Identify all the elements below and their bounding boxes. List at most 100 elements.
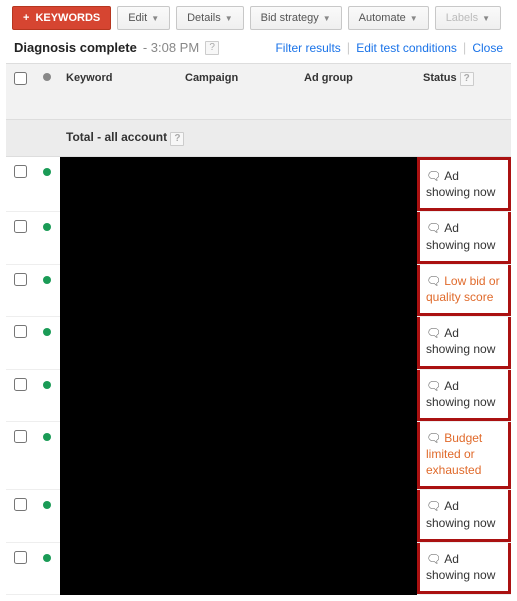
- diagnosis-info-bar: Diagnosis complete - 3:08 PM ? Filter re…: [6, 36, 511, 63]
- status-cell: 🗨Ad showing now: [417, 490, 511, 542]
- table-row: 🗨Budget limited or exhausted: [6, 421, 511, 490]
- caret-down-icon: ▼: [323, 14, 331, 23]
- table-row: 🗨Low bid or quality score: [6, 264, 511, 316]
- row-checkbox[interactable]: [14, 430, 27, 443]
- redacted-content: [60, 490, 417, 542]
- speech-bubble-icon: 🗨: [426, 326, 441, 340]
- row-dot-cell: [34, 264, 60, 316]
- status-cell: 🗨Ad showing now: [417, 157, 511, 212]
- redacted-content: [60, 264, 417, 316]
- totals-row: Total - all account ?: [6, 120, 511, 157]
- row-checkbox-cell: [6, 212, 34, 264]
- diagnosis-links: Filter results | Edit test conditions | …: [275, 40, 503, 55]
- status-cell: 🗨Ad showing now: [417, 369, 511, 421]
- row-dot-cell: [34, 490, 60, 542]
- campaign-header[interactable]: Campaign: [179, 64, 298, 120]
- caret-down-icon: ▼: [482, 14, 490, 23]
- redacted-content: [60, 542, 417, 594]
- row-dot-cell: [34, 542, 60, 594]
- status-cell: 🗨Ad showing now: [417, 542, 511, 594]
- table-row: 🗨Ad showing now: [6, 317, 511, 369]
- diagnosis-time: - 3:08 PM: [143, 40, 199, 55]
- row-checkbox-cell: [6, 542, 34, 594]
- automate-button[interactable]: Automate ▼: [348, 6, 429, 30]
- row-checkbox[interactable]: [14, 220, 27, 233]
- keyword-header[interactable]: Keyword: [60, 64, 179, 120]
- row-checkbox[interactable]: [14, 551, 27, 564]
- status-cell: 🗨Ad showing now: [417, 317, 511, 369]
- row-dot-cell: [34, 369, 60, 421]
- help-icon[interactable]: ?: [170, 132, 184, 146]
- enabled-dot-icon: [43, 501, 51, 509]
- row-checkbox[interactable]: [14, 165, 27, 178]
- row-checkbox-cell: [6, 157, 34, 212]
- status-cell: 🗨Low bid or quality score: [417, 264, 511, 316]
- row-checkbox-cell: [6, 369, 34, 421]
- redacted-content: [60, 421, 417, 490]
- speech-bubble-icon: 🗨: [426, 499, 441, 513]
- close-link[interactable]: Close: [472, 41, 503, 55]
- row-checkbox-cell: [6, 421, 34, 490]
- caret-down-icon: ▼: [225, 14, 233, 23]
- keywords-table: Keyword Campaign Ad group Status ? Total…: [6, 63, 511, 595]
- toolbar: + Keywords Edit ▼ Details ▼ Bid strategy…: [6, 6, 511, 30]
- adgroup-header[interactable]: Ad group: [298, 64, 417, 120]
- speech-bubble-icon: 🗨: [426, 552, 441, 566]
- filter-results-link[interactable]: Filter results: [275, 41, 340, 55]
- enabled-dot-icon: [43, 328, 51, 336]
- row-dot-cell: [34, 157, 60, 212]
- labels-button[interactable]: Labels ▼: [435, 6, 501, 30]
- edit-conditions-link[interactable]: Edit test conditions: [356, 41, 457, 55]
- speech-bubble-icon: 🗨: [426, 431, 441, 445]
- redacted-content: [60, 212, 417, 264]
- dot-icon: [43, 73, 51, 81]
- enabled-dot-icon: [43, 223, 51, 231]
- speech-bubble-icon: 🗨: [426, 221, 441, 235]
- add-keywords-button[interactable]: + Keywords: [12, 6, 111, 30]
- help-icon[interactable]: ?: [205, 41, 219, 55]
- table-row: 🗨Ad showing now: [6, 490, 511, 542]
- caret-down-icon: ▼: [151, 14, 159, 23]
- row-checkbox-cell: [6, 317, 34, 369]
- status-cell: 🗨Ad showing now: [417, 212, 511, 264]
- edit-button[interactable]: Edit ▼: [117, 6, 170, 30]
- select-all-checkbox[interactable]: [14, 72, 27, 85]
- table-row: 🗨Ad showing now: [6, 212, 511, 264]
- row-checkbox[interactable]: [14, 273, 27, 286]
- enabled-dot-icon: [43, 168, 51, 176]
- add-keywords-label: Keywords: [35, 12, 100, 24]
- header-row: Keyword Campaign Ad group Status ?: [6, 64, 511, 120]
- enabled-dot-icon: [43, 554, 51, 562]
- status-header[interactable]: Status ?: [417, 64, 511, 120]
- row-checkbox-cell: [6, 490, 34, 542]
- row-checkbox-cell: [6, 264, 34, 316]
- redacted-content: [60, 317, 417, 369]
- redacted-content: [60, 157, 417, 212]
- redacted-content: [60, 369, 417, 421]
- caret-down-icon: ▼: [410, 14, 418, 23]
- diagnosis-title: Diagnosis complete: [14, 40, 137, 55]
- row-checkbox[interactable]: [14, 325, 27, 338]
- enabled-dot-icon: [43, 276, 51, 284]
- table-row: 🗨Ad showing now: [6, 542, 511, 594]
- enabled-dot-icon: [43, 433, 51, 441]
- row-checkbox[interactable]: [14, 498, 27, 511]
- status-dot-header: [34, 64, 60, 120]
- speech-bubble-icon: 🗨: [426, 169, 441, 183]
- table-row: 🗨Ad showing now: [6, 157, 511, 212]
- totals-label: Total - all account: [66, 130, 167, 144]
- status-cell: 🗨Budget limited or exhausted: [417, 421, 511, 490]
- row-dot-cell: [34, 317, 60, 369]
- select-all-header: [6, 64, 34, 120]
- row-dot-cell: [34, 421, 60, 490]
- row-checkbox[interactable]: [14, 378, 27, 391]
- speech-bubble-icon: 🗨: [426, 379, 441, 393]
- bid-strategy-button[interactable]: Bid strategy ▼: [250, 6, 342, 30]
- help-icon[interactable]: ?: [460, 72, 474, 86]
- details-button[interactable]: Details ▼: [176, 6, 244, 30]
- plus-icon: +: [23, 12, 29, 24]
- enabled-dot-icon: [43, 381, 51, 389]
- speech-bubble-icon: 🗨: [426, 274, 441, 288]
- table-row: 🗨Ad showing now: [6, 369, 511, 421]
- row-dot-cell: [34, 212, 60, 264]
